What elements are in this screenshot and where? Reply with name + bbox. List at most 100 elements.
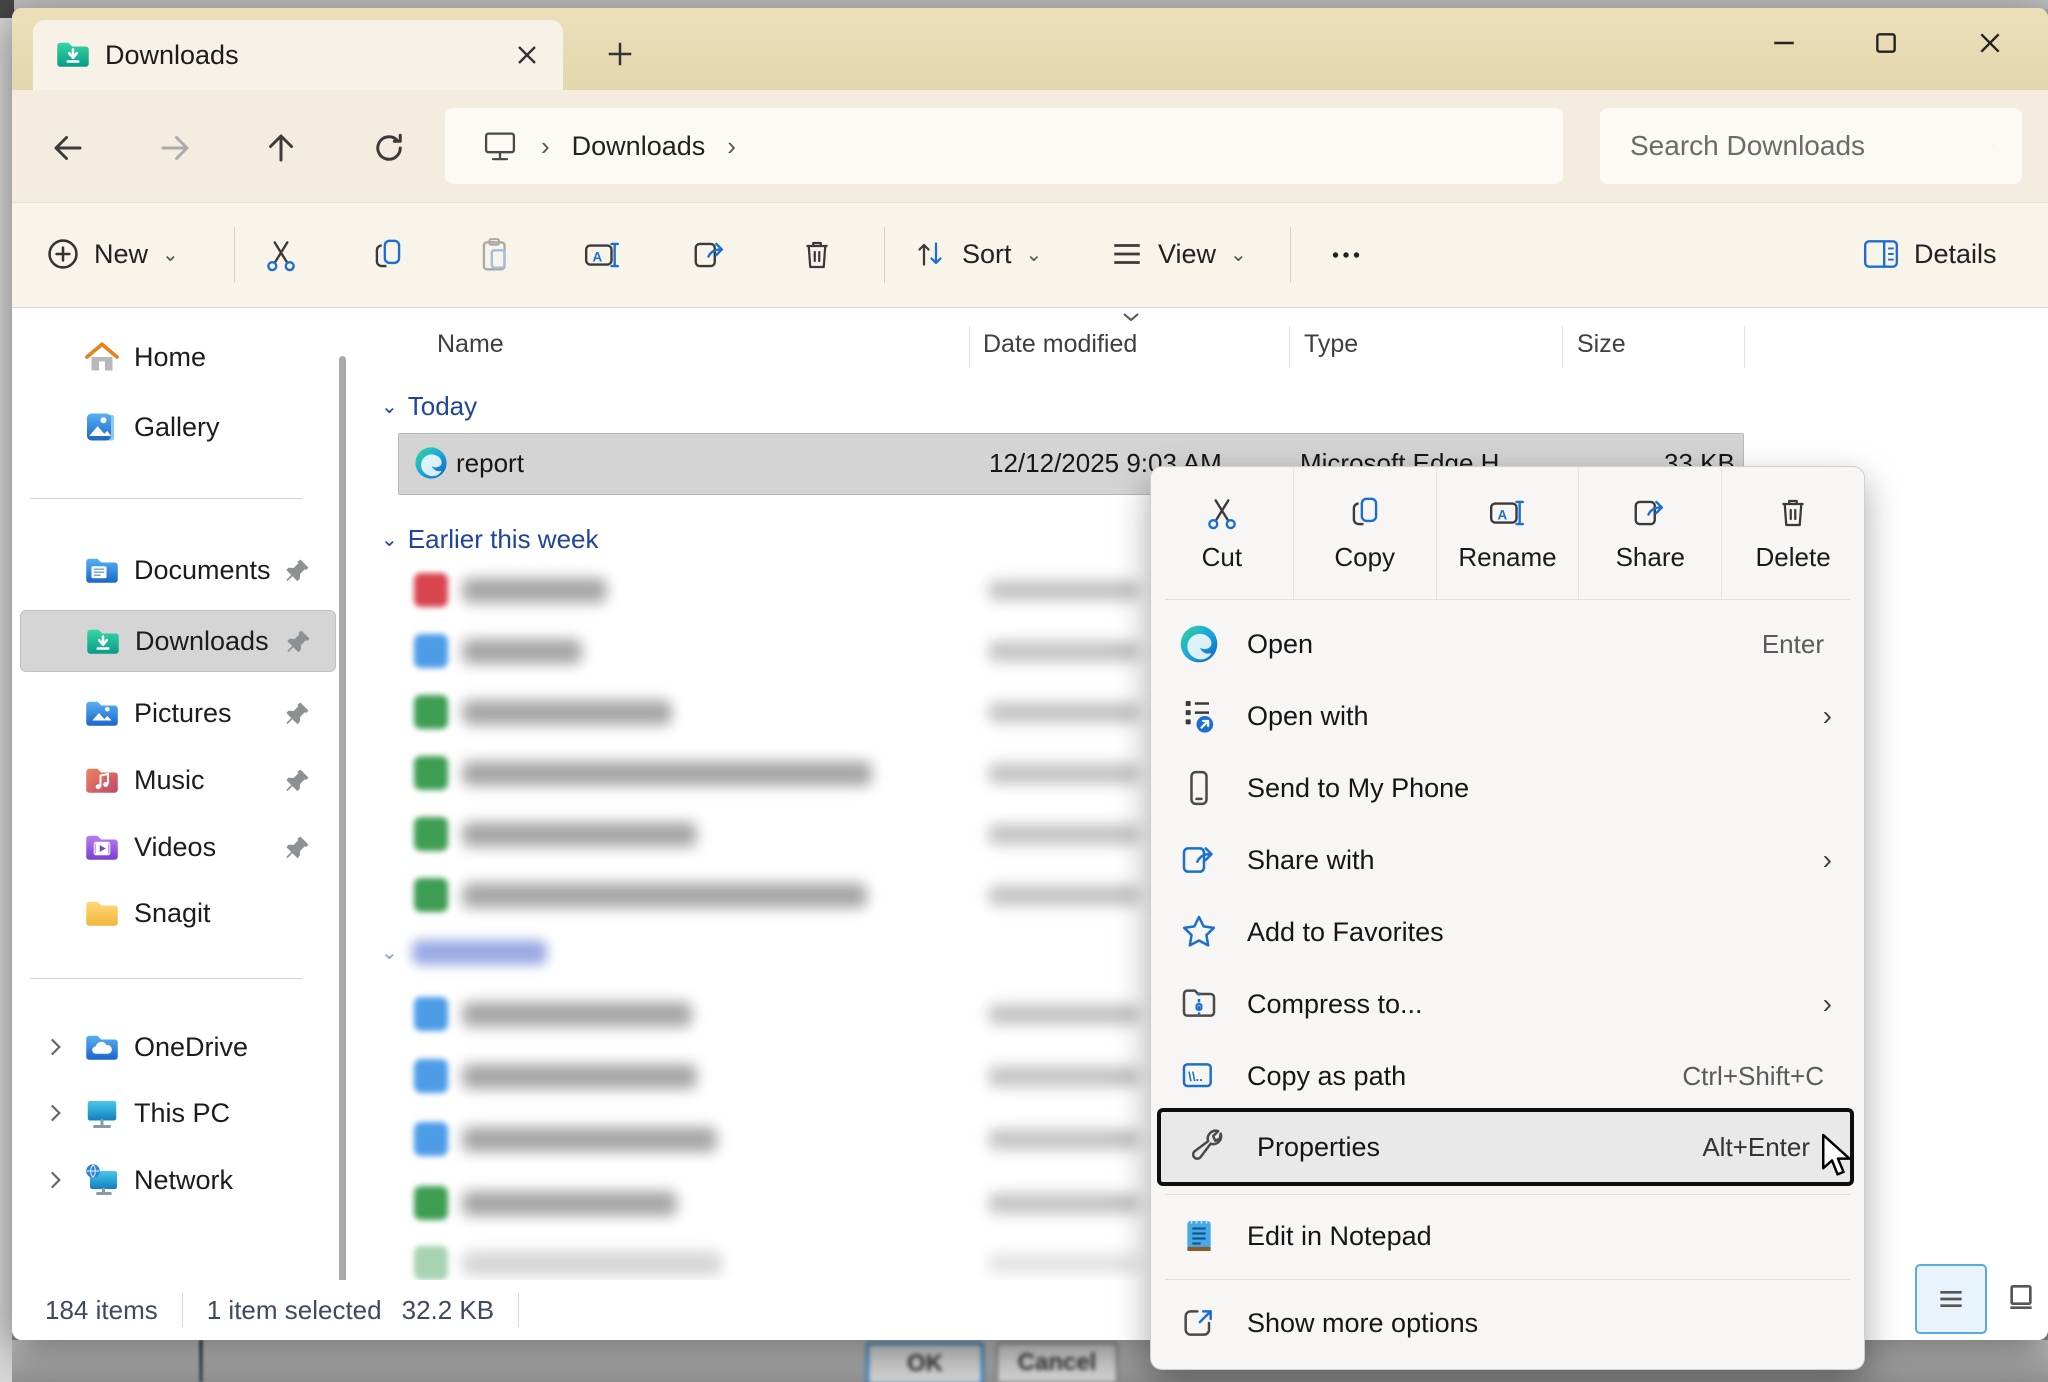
blurred-file-name — [462, 822, 697, 847]
share-icon — [1179, 840, 1219, 880]
menu-item-compress-to[interactable]: Compress to... › — [1151, 968, 1864, 1040]
up-icon[interactable] — [259, 126, 303, 170]
column-header-type[interactable]: Type — [1304, 330, 1358, 359]
shortcut-label: Alt+Enter — [1702, 1132, 1810, 1163]
sort-label: Sort — [962, 239, 1012, 270]
blurred-date — [988, 702, 1140, 723]
details-view-toggle[interactable] — [1915, 1264, 1987, 1334]
copy-button[interactable] — [360, 227, 416, 283]
sidebar-scrollbar[interactable] — [339, 356, 346, 1300]
tab-close-icon[interactable] — [509, 37, 545, 73]
chevron-right-icon[interactable] — [42, 1034, 68, 1060]
sidebar-item-network[interactable]: Network — [20, 1150, 334, 1210]
group-header-earlier-this-week[interactable]: ⌄ Earlier this week — [381, 524, 599, 555]
details-pane-button[interactable]: Details — [1862, 223, 1997, 285]
excel-file-icon — [414, 878, 448, 912]
sidebar-item-home[interactable]: Home — [20, 327, 334, 387]
thumbnail-view-toggle[interactable] — [1987, 1264, 2048, 1330]
paste-icon — [476, 236, 514, 274]
menu-item-edit-in-notepad[interactable]: Edit in Notepad — [1151, 1200, 1864, 1272]
blurred-date — [988, 763, 1140, 784]
breadcrumb-downloads[interactable]: Downloads — [572, 131, 706, 162]
blurred-date — [988, 1129, 1140, 1150]
sidebar-item-downloads[interactable]: Downloads — [20, 610, 336, 672]
column-separator[interactable] — [1289, 326, 1290, 368]
tab-bar: Downloads — [12, 8, 2048, 90]
rename-menu-button[interactable]: A Rename — [1437, 467, 1580, 599]
sort-button[interactable]: Sort ⌄ — [912, 223, 1042, 285]
blurred-file-name — [462, 700, 672, 725]
column-separator[interactable] — [969, 326, 970, 368]
navigation-bar: › Downloads › — [12, 90, 2048, 202]
paste-button[interactable] — [467, 227, 523, 283]
sidebar-item-pictures[interactable]: Pictures — [20, 683, 334, 743]
menu-item-copy-as-path[interactable]: \\.. Copy as path Ctrl+Shift+C — [1151, 1040, 1864, 1112]
svg-text:A: A — [593, 249, 603, 264]
close-button[interactable] — [1958, 14, 2022, 72]
search-box[interactable] — [1600, 108, 2022, 184]
share-button[interactable] — [682, 227, 738, 283]
maximize-button[interactable] — [1854, 14, 1918, 72]
delete-button[interactable] — [789, 227, 845, 283]
tab-downloads[interactable]: Downloads — [33, 20, 563, 90]
menu-item-share-with[interactable]: Share with › — [1151, 824, 1864, 896]
search-input[interactable] — [1600, 129, 1993, 163]
group-header-today[interactable]: ⌄ Today — [381, 391, 477, 422]
command-toolbar: New ⌄ — [12, 202, 2048, 308]
cut-menu-button[interactable]: Cut — [1151, 467, 1294, 599]
menu-item-properties[interactable]: Properties Alt+Enter — [1157, 1108, 1854, 1186]
blurred-date — [988, 580, 1140, 601]
group-header-last-week[interactable]: ⌄ — [381, 940, 547, 965]
column-header-name[interactable]: Name — [437, 330, 504, 359]
new-tab-button[interactable] — [596, 30, 644, 78]
menu-item-open-with[interactable]: Open with › — [1151, 680, 1864, 752]
address-bar[interactable]: › Downloads › — [445, 108, 1563, 184]
minimize-button[interactable] — [1752, 14, 1816, 72]
chevron-down-icon: ⌄ — [381, 394, 398, 419]
pin-icon — [284, 556, 312, 584]
sidebar-item-onedrive[interactable]: OneDrive — [20, 1017, 334, 1077]
excel-file-icon — [414, 695, 448, 729]
new-button[interactable]: New ⌄ — [46, 223, 179, 285]
rename-button[interactable]: A — [574, 227, 630, 283]
back-icon[interactable] — [46, 126, 90, 170]
sidebar-item-snagit[interactable]: Snagit — [20, 883, 334, 943]
delete-menu-button[interactable]: Delete — [1722, 467, 1864, 599]
menu-item-send-to-my-phone[interactable]: Send to My Phone — [1151, 752, 1864, 824]
sidebar-item-videos[interactable]: Videos — [20, 817, 334, 877]
chevron-right-icon[interactable] — [42, 1167, 68, 1193]
background-ok-button[interactable]: OK — [866, 1342, 984, 1382]
column-header-date-modified[interactable]: Date modified — [983, 330, 1137, 359]
copy-icon — [1346, 494, 1384, 532]
share-menu-button[interactable]: Share — [1579, 467, 1722, 599]
background-cancel-button[interactable]: Cancel — [996, 1342, 1118, 1382]
view-button[interactable]: View ⌄ — [1110, 223, 1247, 285]
forward-icon[interactable] — [153, 126, 197, 170]
chevron-right-icon[interactable] — [42, 1100, 68, 1126]
word-file-icon — [414, 1122, 448, 1156]
menu-item-open[interactable]: Open Enter — [1151, 608, 1864, 680]
sidebar-item-music[interactable]: Music — [20, 750, 334, 810]
blurred-file-name — [462, 1002, 692, 1027]
copy-menu-button[interactable]: Copy — [1294, 467, 1437, 599]
sort-icon — [912, 236, 948, 272]
menu-item-add-to-favorites[interactable]: Add to Favorites — [1151, 896, 1864, 968]
sidebar-item-gallery[interactable]: Gallery — [20, 397, 334, 457]
menu-item-show-more-options[interactable]: Show more options — [1151, 1287, 1864, 1359]
column-separator[interactable] — [1562, 326, 1563, 368]
sort-direction-icon[interactable] — [1120, 310, 1142, 324]
home-icon — [84, 340, 120, 374]
breadcrumb-chevron-icon[interactable]: › — [727, 131, 736, 162]
submenu-chevron-icon: › — [1823, 988, 1832, 1020]
refresh-icon[interactable] — [367, 126, 411, 170]
column-separator[interactable] — [1744, 326, 1745, 368]
shortcut-label: Ctrl+Shift+C — [1682, 1061, 1824, 1092]
column-header-size[interactable]: Size — [1577, 330, 1626, 359]
sidebar-item-this-pc[interactable]: This PC — [20, 1083, 334, 1143]
sidebar-item-documents[interactable]: Documents — [20, 540, 334, 600]
word-file-icon — [414, 997, 448, 1031]
search-icon — [1993, 131, 1994, 161]
more-options-button[interactable] — [1318, 227, 1374, 283]
cut-button[interactable] — [253, 227, 309, 283]
rename-icon: A — [1487, 494, 1527, 532]
